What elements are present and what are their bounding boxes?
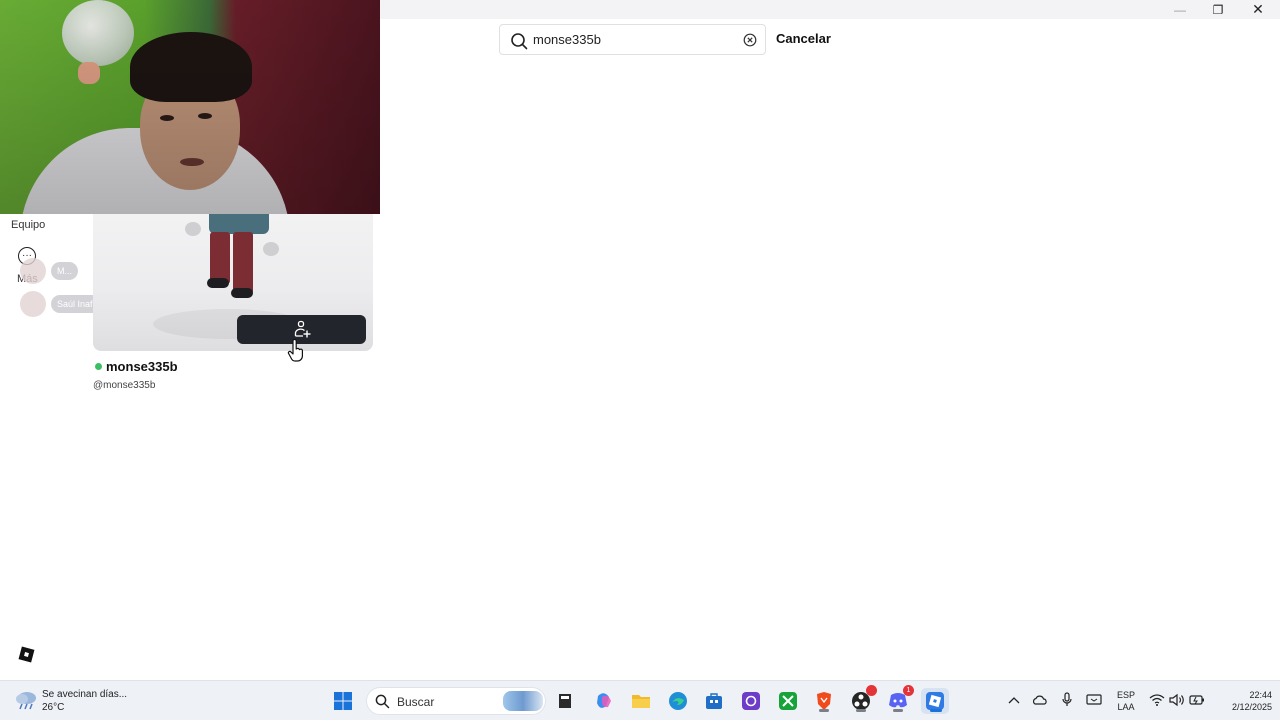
folder-icon[interactable]	[628, 688, 654, 714]
profile-display-name[interactable]: monse335b	[106, 359, 178, 374]
weather-rain-icon[interactable]	[14, 689, 38, 711]
store-icon[interactable]	[701, 688, 727, 714]
microphone-icon[interactable]	[1059, 692, 1075, 708]
avatar-hand	[185, 222, 201, 236]
hand-pointer-icon	[287, 339, 303, 362]
wifi-icon[interactable]	[1149, 692, 1165, 708]
search-input[interactable]: monse335b	[533, 32, 601, 47]
onedrive-icon[interactable]	[1032, 692, 1048, 708]
language-indicator[interactable]: ESP LAA	[1113, 689, 1139, 713]
keyboard-layout: LAA	[1117, 702, 1135, 712]
clock-date: 2/12/2025	[1231, 702, 1272, 712]
search-icon	[511, 33, 528, 50]
copilot-icon[interactable]	[591, 688, 617, 714]
clock-time: 22:44	[1249, 690, 1272, 700]
close-button[interactable]: ✕	[1238, 0, 1278, 19]
obs-icon[interactable]	[848, 685, 877, 714]
file-explorer-icon[interactable]	[552, 688, 578, 714]
search-box[interactable]: monse335b	[499, 24, 766, 55]
avatar-leg	[233, 232, 253, 294]
xbox-icon[interactable]	[775, 688, 801, 714]
minimize-button[interactable]: —	[1160, 0, 1200, 19]
add-friend-icon	[294, 320, 310, 337]
start-icon[interactable]	[330, 688, 356, 714]
friend-avatar[interactable]	[20, 258, 46, 284]
cancel-button[interactable]: Cancelar	[776, 31, 831, 46]
avatar-shoe	[231, 288, 253, 298]
avatar-hand	[263, 242, 279, 256]
taskbar-search[interactable]: Buscar	[366, 687, 546, 715]
webcam-shade	[0, 0, 380, 214]
avatar-torso	[209, 214, 269, 234]
active-indicator	[893, 709, 903, 712]
roblox-app-window: — ❐ ✕ Equipo ··· Más M... Saúl Inafran m…	[0, 0, 1280, 680]
clear-search-icon[interactable]	[743, 33, 757, 47]
restore-button[interactable]: ❐	[1198, 0, 1238, 19]
webcam-overlay	[0, 0, 380, 214]
weather-widget[interactable]: Se avecinan días... 26°C	[42, 688, 127, 714]
active-indicator	[819, 709, 829, 712]
windows-taskbar: Se avecinan días... 26°C Buscar 1 ESP LA…	[0, 680, 1280, 720]
clock[interactable]: 22:44 2/12/2025	[1208, 689, 1272, 713]
discord-badge: 1	[903, 685, 914, 696]
roblox-logo-icon[interactable]	[18, 646, 35, 663]
display-icon[interactable]	[1086, 692, 1102, 708]
volume-icon[interactable]	[1169, 692, 1185, 708]
active-indicator	[856, 709, 866, 712]
taskbar-search-label: Buscar	[397, 695, 435, 709]
weather-temp: 26°C	[42, 702, 65, 713]
battery-icon[interactable]	[1189, 692, 1205, 708]
friend-chip-label[interactable]: M...	[51, 262, 78, 280]
friend-avatar[interactable]	[20, 291, 46, 317]
language-code: ESP	[1116, 690, 1135, 700]
weather-title: Se avecinan días...	[42, 689, 128, 700]
proton-vpn-icon[interactable]	[738, 688, 764, 714]
search-highlight-image	[503, 691, 543, 711]
roblox-icon[interactable]	[921, 688, 949, 714]
nav-label-equipo[interactable]: Equipo	[11, 219, 45, 231]
search-icon	[375, 694, 390, 709]
notification-badge	[866, 685, 877, 696]
avatar-shoe	[207, 278, 229, 288]
profile-username[interactable]: @monse335b	[93, 380, 155, 391]
chevron-up-icon[interactable]	[1006, 692, 1022, 708]
avatar-leg	[210, 232, 230, 284]
online-status-dot	[95, 363, 102, 370]
brave-icon[interactable]	[811, 688, 837, 714]
title-bar: — ❐ ✕	[380, 0, 1280, 19]
active-indicator	[930, 709, 942, 712]
edge-icon[interactable]	[665, 688, 691, 714]
discord-icon[interactable]: 1	[885, 685, 914, 714]
